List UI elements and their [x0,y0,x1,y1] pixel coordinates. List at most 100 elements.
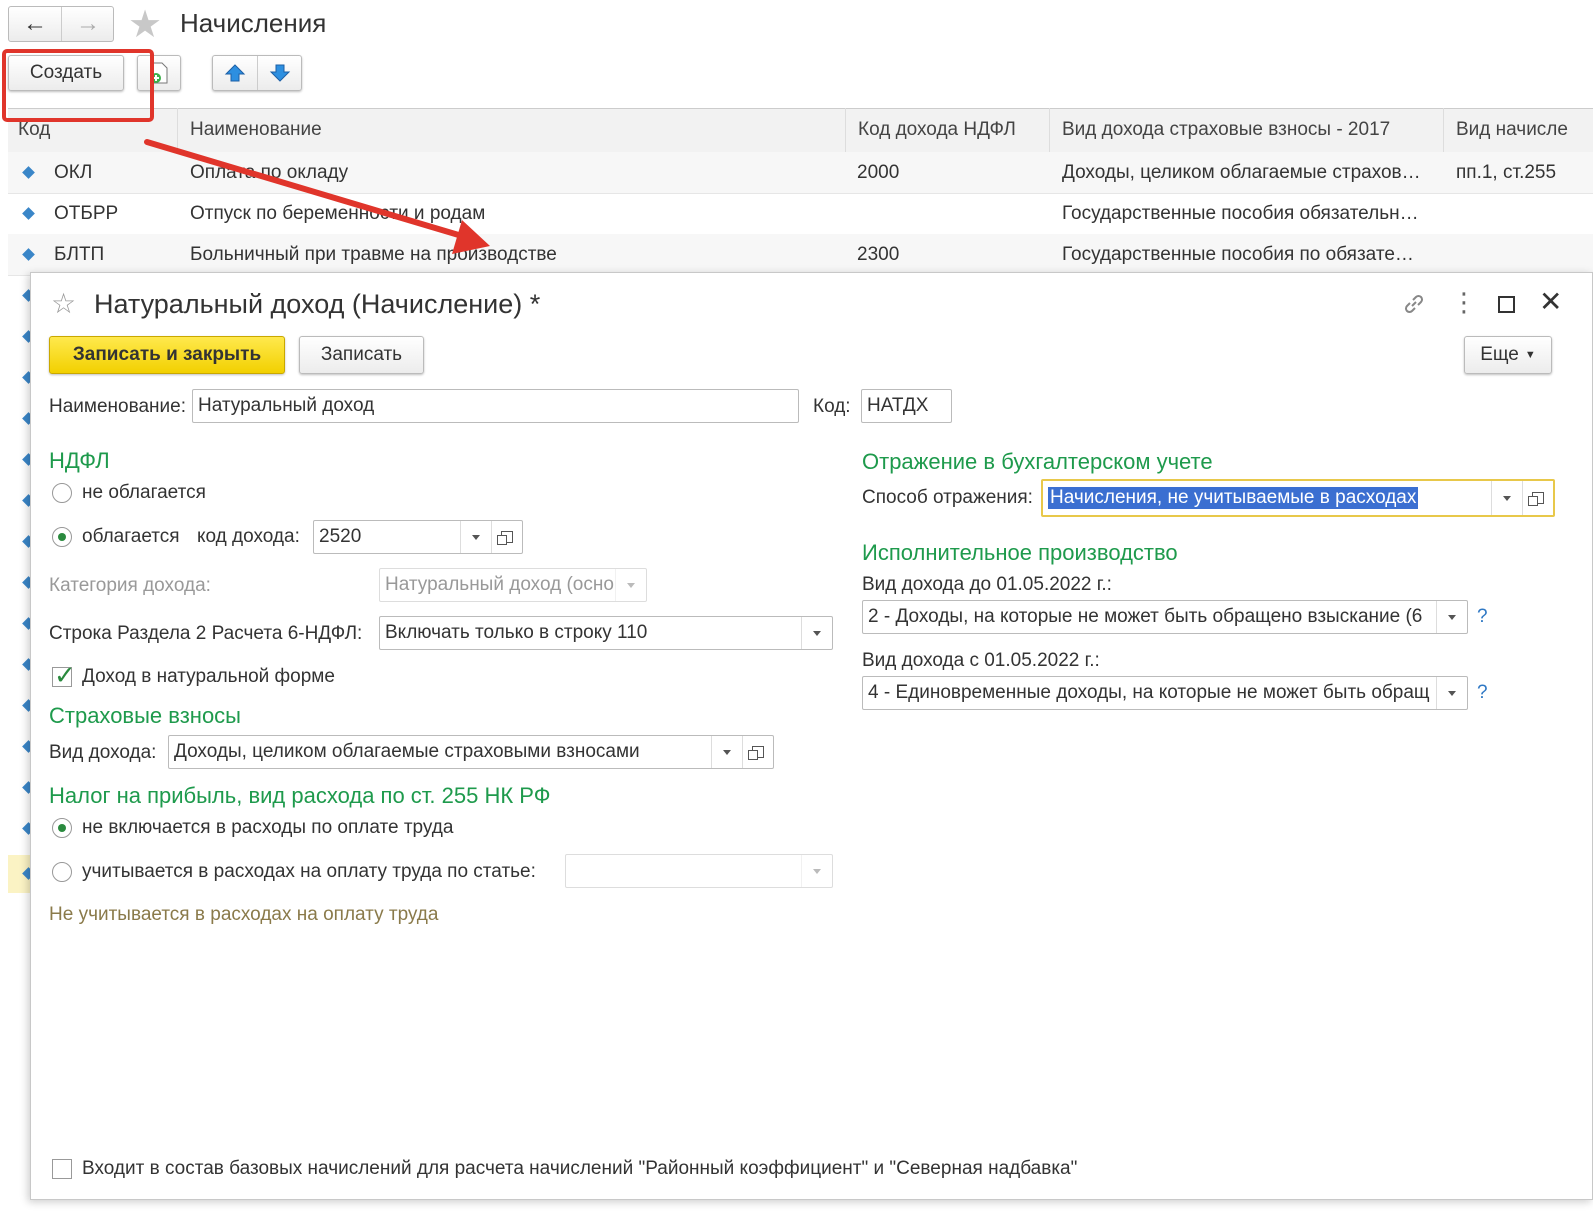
save-button[interactable]: Записать [299,336,424,374]
category-value: Натуральный доход (осно [385,574,614,595]
taxed-label[interactable]: облагается [82,526,180,548]
included-label[interactable]: учитывается в расходах на оплату труда п… [82,861,536,883]
open-form-icon[interactable] [1522,481,1553,515]
row-6ndfl-label: Строка Раздела 2 Расчета 6-НДФЛ: [49,623,363,644]
nav-group: ← → [8,6,114,42]
income-after-field[interactable]: 4 - Единовременные доходы, на которые не… [862,676,1468,710]
row-ndfl: 2300 [857,244,900,265]
insurance-type-field[interactable]: Доходы, целиком облагаемые страховыми вз… [168,735,774,769]
column-header-name[interactable]: Наименование [178,108,846,152]
checkmark-icon: ✓ [54,660,76,690]
dropdown-arrow-icon[interactable] [711,736,742,768]
base-charges-label[interactable]: Входит в состав базовых начислений для р… [82,1158,1077,1180]
row-code: ОКЛ [54,162,93,183]
annotation-highlight-box [2,49,154,122]
income-after-value: 4 - Единовременные доходы, на которые не… [868,682,1430,703]
row-marker-icon [22,248,35,261]
not-included-radio[interactable] [52,818,72,838]
chevron-down-icon: ▼ [1524,349,1536,361]
income-code-field[interactable]: 2520 [313,520,523,554]
income-after-label: Вид дохода с 01.05.2022 г.: [862,650,1100,671]
back-arrow-icon[interactable]: ← [9,7,62,41]
link-icon[interactable] [1401,291,1427,317]
list-title: Начисления [180,8,327,38]
save-and-close-label: Записать и закрыть [72,344,262,365]
more-actions-icon[interactable]: ⋮ [1451,287,1477,317]
forward-arrow-icon[interactable]: → [62,7,114,41]
help-icon[interactable]: ? [1477,682,1488,704]
column-header-ndfl-code[interactable]: Код дохода НДФЛ [846,108,1050,152]
ndfl-heading: НДФЛ [49,448,110,473]
accounting-method-value: Начисления, не учитываемые в расходах [1048,487,1419,509]
dropdown-arrow-icon [615,569,646,601]
row-name: Отпуск по беременности и родам [190,203,486,224]
dropdown-arrow-icon[interactable] [1491,481,1522,515]
profit-tax-note: Не учитывается в расходах на оплату труд… [49,904,439,925]
code-value: НАТДХ [867,395,929,416]
base-charges-checkbox[interactable] [52,1159,72,1179]
income-before-value: 2 - Доходы, на которые не может быть обр… [868,606,1423,627]
move-down-icon[interactable] [258,56,302,90]
expense-article-field [565,854,833,888]
income-code-value: 2520 [319,526,362,547]
column-header-insurance[interactable]: Вид дохода страховые взносы - 2017 [1050,108,1444,152]
not-included-label[interactable]: не включается в расходы по оплате труда [82,817,453,839]
more-button[interactable]: Еще ▼ [1464,336,1552,374]
income-before-field[interactable]: 2 - Доходы, на которые не может быть обр… [862,600,1468,634]
dropdown-arrow-icon [801,855,832,887]
dropdown-arrow-icon[interactable] [801,617,832,649]
favorite-star-icon[interactable]: ★ [128,2,162,47]
name-label: Наименование: [49,396,186,417]
dropdown-arrow-icon[interactable] [460,521,491,553]
row-type [1456,193,1593,234]
row-ndfl: 2000 [857,162,900,183]
move-up-icon[interactable] [213,56,258,90]
help-icon[interactable]: ? [1477,606,1488,628]
insurance-heading: Страховые взносы [49,703,241,728]
insurance-type-label: Вид дохода: [49,742,157,763]
close-icon[interactable]: ✕ [1539,285,1562,318]
income-code-label: код дохода: [197,526,300,547]
not-taxed-label[interactable]: не облагается [82,482,206,504]
accounting-method-label: Способ отражения: [862,487,1033,508]
table-row[interactable]: ОТБРР Отпуск по беременности и родам Гос… [8,193,1593,235]
code-field[interactable]: НАТДХ [861,389,952,423]
insurance-type-value: Доходы, целиком облагаемые страховыми вз… [174,741,640,762]
dialog-favorite-icon[interactable]: ☆ [51,287,76,320]
name-field[interactable]: Натуральный доход [192,389,799,423]
income-before-label: Вид дохода до 01.05.2022 г.: [862,574,1112,595]
table-row[interactable]: ОКЛ Оплата по окладу 2000 Доходы, целико… [8,152,1593,194]
row-type [1456,234,1593,275]
name-value: Натуральный доход [198,395,375,416]
open-form-icon[interactable] [742,736,773,768]
row-marker-icon [22,207,35,220]
enforcement-heading: Исполнительное производство [862,540,1178,565]
dropdown-arrow-icon[interactable] [1436,677,1467,709]
row-6ndfl-value: Включать только в строку 110 [385,622,648,643]
natural-form-label[interactable]: Доход в натуральной форме [82,666,335,688]
move-group [212,55,302,91]
row-6ndfl-field[interactable]: Включать только в строку 110 [379,616,833,650]
row-name: Оплата по окладу [190,162,349,183]
maximize-icon[interactable] [1498,296,1515,313]
table-row[interactable]: БЛТП Больничный при травме на производст… [8,234,1593,276]
code-label: Код: [813,396,851,417]
row-insurance: Доходы, целиком облагаемые страхов… [1062,162,1421,183]
row-name: Больничный при травме на производстве [190,244,557,265]
open-form-icon[interactable] [491,521,522,553]
not-taxed-radio[interactable] [52,483,72,503]
column-header-accrual-type[interactable]: Вид начисле [1444,108,1593,152]
save-and-close-button[interactable]: Записать и закрыть [49,336,285,374]
row-code: БЛТП [54,244,105,265]
row-insurance: Государственные пособия по обязате… [1062,244,1414,265]
accounting-method-field[interactable]: Начисления, не учитываемые в расходах [1041,479,1555,517]
dropdown-arrow-icon[interactable] [1436,601,1467,633]
row-insurance: Государственные пособия обязательн… [1062,203,1419,224]
row-marker-icon [22,166,35,179]
category-label: Категория дохода: [49,575,211,596]
taxed-radio[interactable] [52,527,72,547]
natural-form-checkbox[interactable]: ✓ [52,660,76,690]
row-type: пп.1, ст.255 [1456,162,1557,183]
included-radio[interactable] [52,862,72,882]
category-field: Натуральный доход (осно [379,568,647,602]
